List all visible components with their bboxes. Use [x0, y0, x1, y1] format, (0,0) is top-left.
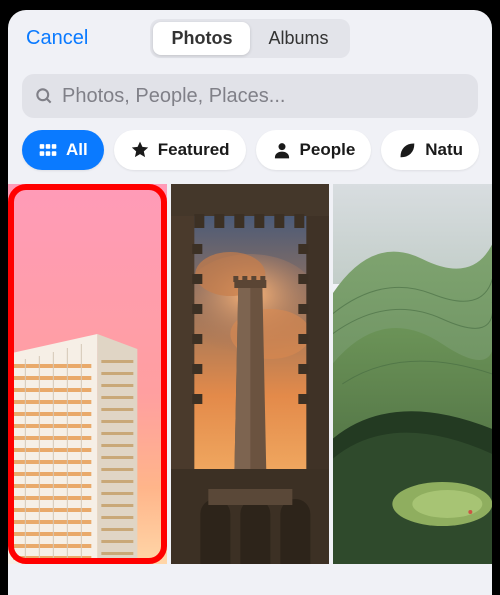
filter-people[interactable]: People [256, 130, 372, 170]
segment-albums[interactable]: Albums [250, 22, 346, 55]
chip-label: All [66, 140, 88, 160]
chip-label: Featured [158, 140, 230, 160]
photo-grid [8, 184, 492, 564]
filter-nature[interactable]: Natu [381, 130, 479, 170]
person-icon [272, 140, 292, 160]
leaf-icon [397, 140, 417, 160]
photo-picker-sheet: Cancel Photos Albums Photos, People, Pla… [8, 10, 492, 595]
photo-thumb-2[interactable] [333, 184, 492, 564]
search-icon [34, 86, 54, 106]
photo-thumb-0[interactable] [8, 184, 167, 564]
photo-thumb-1[interactable] [171, 184, 330, 564]
cancel-button[interactable]: Cancel [26, 27, 88, 50]
segment-photos[interactable]: Photos [153, 22, 250, 55]
filter-featured[interactable]: Featured [114, 130, 246, 170]
grid-icon [38, 140, 58, 160]
filter-bar[interactable]: All Featured People Natu [8, 130, 492, 184]
star-icon [130, 140, 150, 160]
chip-label: Natu [425, 140, 463, 160]
header-bar: Cancel Photos Albums [8, 10, 492, 66]
view-segmented-control[interactable]: Photos Albums [150, 19, 349, 58]
chip-label: People [300, 140, 356, 160]
filter-all[interactable]: All [22, 130, 104, 170]
search-placeholder: Photos, People, Places... [62, 85, 285, 108]
search-field[interactable]: Photos, People, Places... [22, 74, 478, 118]
